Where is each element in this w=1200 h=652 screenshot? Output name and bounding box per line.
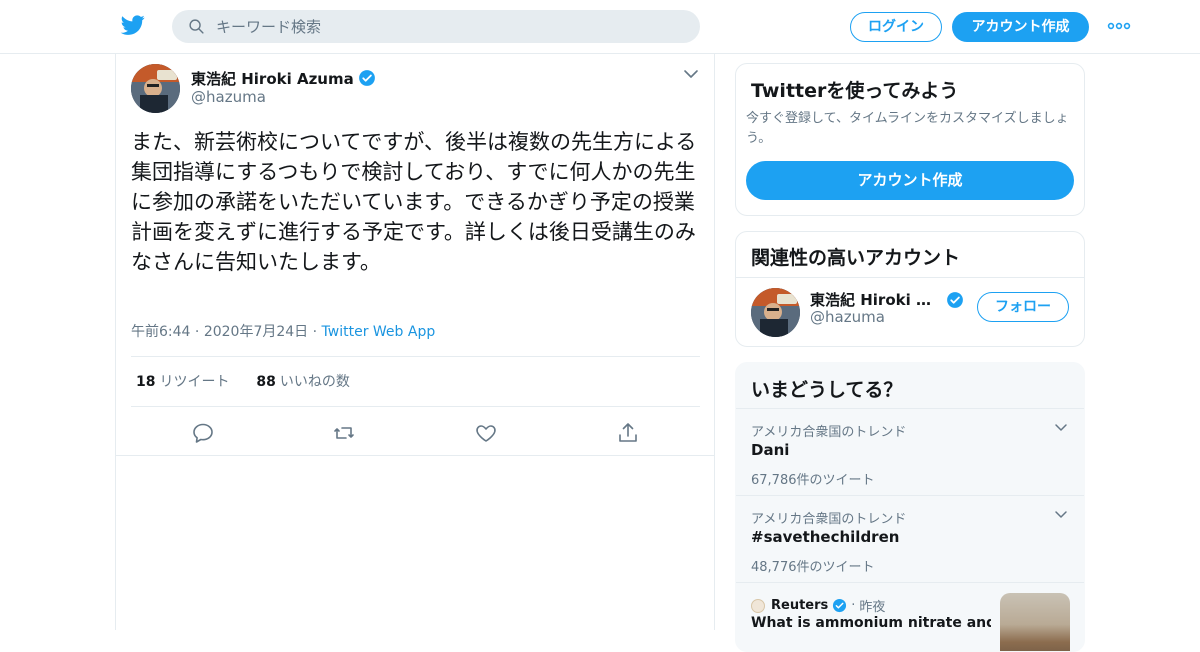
top-navigation-bar: ログイン アカウント作成 bbox=[0, 0, 1200, 54]
signup-card: Twitterを使ってみよう 今すぐ登録して、タイムラインをカスタマイズしましょ… bbox=[735, 63, 1085, 216]
more-dots-icon[interactable] bbox=[1107, 18, 1131, 34]
signup-button[interactable]: アカウント作成 bbox=[952, 12, 1089, 42]
like-stat[interactable]: 88 いいねの数 bbox=[256, 374, 349, 390]
tweet-time[interactable]: 午前6:44 bbox=[131, 324, 190, 340]
avatar-image bbox=[131, 64, 180, 113]
tweet-timestamp: 午前6:44 · 2020年7月24日 · Twitter Web App bbox=[131, 321, 435, 341]
divider bbox=[131, 406, 700, 407]
share-icon[interactable] bbox=[616, 421, 640, 445]
news-source: Reuters bbox=[771, 598, 829, 613]
verified-badge-icon bbox=[947, 291, 963, 308]
retweet-icon[interactable] bbox=[332, 421, 356, 445]
trend-item[interactable]: アメリカ合衆国のトレンド #savethechildren 48,776件のツイ… bbox=[736, 495, 1084, 582]
divider bbox=[116, 455, 714, 456]
chevron-down-icon[interactable] bbox=[1054, 510, 1068, 520]
search-icon bbox=[189, 19, 204, 34]
search-input[interactable] bbox=[216, 10, 686, 43]
reuters-logo-icon bbox=[751, 598, 765, 613]
trend-count: 67,786件のツイート bbox=[751, 473, 875, 488]
tweet-source-app[interactable]: Twitter Web App bbox=[322, 324, 436, 340]
chevron-down-icon[interactable] bbox=[683, 68, 699, 80]
like-count: 88 bbox=[256, 374, 276, 390]
trend-context: アメリカ合衆国のトレンド bbox=[751, 425, 907, 440]
login-button[interactable]: ログイン bbox=[850, 12, 942, 42]
related-account-avatar[interactable] bbox=[751, 288, 800, 337]
related-account-name[interactable]: 東浩紀 Hiroki Azu... bbox=[810, 289, 942, 310]
tweet-date[interactable]: 2020年7月24日 bbox=[204, 324, 308, 340]
like-icon[interactable] bbox=[474, 421, 498, 445]
trend-item[interactable]: アメリカ合衆国のトレンド Dani 67,786件のツイート bbox=[736, 408, 1084, 495]
retweet-count: 18 bbox=[136, 374, 156, 390]
chevron-down-icon[interactable] bbox=[1054, 423, 1068, 433]
reply-icon[interactable] bbox=[191, 421, 215, 445]
meta-separator: · bbox=[312, 324, 322, 340]
trends-title: いまどうしてる？ bbox=[751, 379, 903, 401]
related-accounts-title: 関連性の高いアカウント bbox=[751, 247, 961, 269]
tweet-detail: 東浩紀 Hiroki Azuma @hazuma また、新芸術校についてですが、… bbox=[115, 54, 715, 630]
tweet-text: また、新芸術校についてですが、後半は複数の先生方による集団指導にするつもりで検討… bbox=[131, 130, 697, 274]
search-box[interactable] bbox=[172, 10, 700, 43]
avatar-image bbox=[751, 288, 800, 337]
signup-card-button[interactable]: アカウント作成 bbox=[746, 161, 1074, 200]
related-accounts-card: 関連性の高いアカウント 東浩紀 Hiroki Azu... @hazuma フォ… bbox=[735, 231, 1085, 347]
meta-separator: · bbox=[194, 324, 204, 340]
news-time: 昨夜 bbox=[859, 600, 886, 615]
trend-topic[interactable]: Dani bbox=[751, 441, 789, 459]
twitter-bird-icon[interactable] bbox=[120, 13, 146, 37]
related-account-name-row[interactable]: 東浩紀 Hiroki Azu... bbox=[810, 289, 970, 310]
trends-card: いまどうしてる？ アメリカ合衆国のトレンド Dani 67,786件のツイート … bbox=[735, 362, 1085, 652]
news-headline[interactable]: What is ammonium nitrate and why bbox=[751, 615, 991, 631]
news-dot: · bbox=[851, 598, 856, 613]
author-name[interactable]: 東浩紀 Hiroki Azuma bbox=[191, 68, 354, 89]
news-item[interactable]: Reuters · 昨夜 What is ammonium nitrate an… bbox=[736, 582, 1084, 651]
follow-button[interactable]: フォロー bbox=[977, 292, 1069, 322]
divider bbox=[736, 277, 1084, 278]
retweet-stat[interactable]: 18 リツイート bbox=[136, 374, 229, 390]
tweet-actions bbox=[116, 418, 714, 456]
verified-badge-icon bbox=[358, 70, 375, 86]
tweet-stats: 18 リツイート 88 いいねの数 bbox=[136, 371, 350, 391]
related-account-handle[interactable]: @hazuma bbox=[810, 308, 885, 326]
trend-count: 48,776件のツイート bbox=[751, 560, 875, 575]
trend-context: アメリカ合衆国のトレンド bbox=[751, 512, 907, 527]
signup-card-subtitle: 今すぐ登録して、タイムラインをカスタマイズしましょう。 bbox=[746, 111, 1069, 146]
news-source-row: Reuters · 昨夜 bbox=[751, 596, 885, 615]
author-name-row[interactable]: 東浩紀 Hiroki Azuma bbox=[191, 68, 376, 88]
divider bbox=[131, 356, 700, 357]
retweet-label: リツイート bbox=[159, 374, 230, 390]
trend-topic[interactable]: #savethechildren bbox=[751, 528, 899, 546]
like-label: いいねの数 bbox=[279, 374, 350, 390]
verified-badge-icon bbox=[833, 598, 847, 613]
author-handle[interactable]: @hazuma bbox=[191, 88, 266, 106]
news-thumbnail[interactable] bbox=[1000, 593, 1070, 651]
signup-card-title: Twitterを使ってみよう bbox=[751, 80, 959, 102]
author-avatar[interactable] bbox=[131, 64, 180, 113]
